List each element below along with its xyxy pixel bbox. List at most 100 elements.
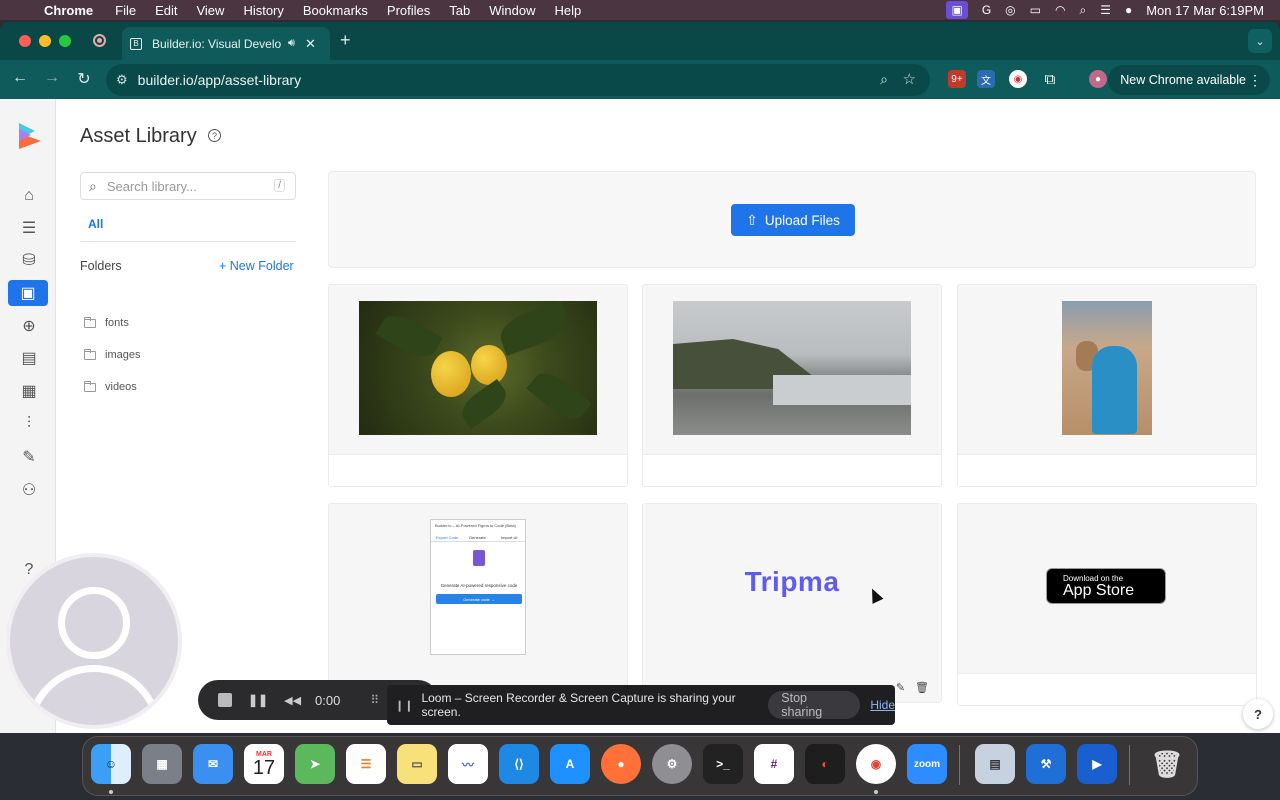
close-window-button[interactable]	[19, 35, 31, 47]
help-fab-button[interactable]: ?	[1243, 699, 1273, 729]
app-store-icon[interactable]: A	[550, 744, 590, 784]
data-models-icon[interactable]: ⛁	[18, 249, 40, 271]
extension-badge-icon[interactable]: 9+	[948, 70, 966, 88]
asset-card-lemons[interactable]	[328, 284, 628, 487]
folder-item-videos[interactable]: videos	[84, 380, 137, 393]
drag-bars-icon[interactable]: ❙❙	[395, 699, 413, 712]
notes-icon[interactable]: ▭	[397, 744, 437, 784]
close-tab-icon[interactable]: ✕	[305, 36, 316, 52]
asset-card-app-store-badge[interactable]: Download on the App Store	[957, 503, 1257, 706]
loom-menu-icon[interactable]: ◎	[1005, 3, 1015, 17]
asset-card-camel[interactable]	[957, 284, 1257, 487]
search-input[interactable]	[106, 178, 257, 194]
menu-history[interactable]: History	[243, 3, 283, 18]
content-icon[interactable]: ☰	[18, 217, 40, 239]
bookmark-star-icon[interactable]: ☆	[903, 70, 916, 88]
url-text[interactable]: builder.io/app/asset-library	[138, 72, 301, 88]
drag-handle-icon[interactable]: ⠿	[370, 693, 379, 707]
extensions-puzzle-icon[interactable]: ⧉	[1041, 70, 1059, 88]
menu-bookmarks[interactable]: Bookmarks	[303, 3, 368, 18]
wifi-icon[interactable]: ◠	[1055, 3, 1065, 17]
trash-icon[interactable]: 🗑︎	[915, 681, 929, 694]
menu-clock[interactable]: Mon 17 Mar 6:19PM	[1146, 3, 1264, 18]
menu-edit[interactable]: Edit	[155, 3, 177, 18]
asset-card-figma-plugin-screenshot[interactable]: Builder.io – AI-Powered Figma to Code (B…	[328, 503, 628, 706]
folder-item-images[interactable]: images	[84, 348, 140, 361]
preview-icon[interactable]: ▤	[975, 744, 1015, 784]
help-question-icon[interactable]: ?	[208, 129, 221, 142]
users-icon[interactable]: ⚇	[18, 479, 40, 501]
tab-all[interactable]: All	[88, 217, 103, 231]
firefox-icon[interactable]: ●	[601, 744, 641, 784]
asset-card-tripma-logo[interactable]: Tripma ✎ 🗑︎	[642, 503, 942, 703]
menu-tab[interactable]: Tab	[449, 3, 470, 18]
upload-files-button[interactable]: ⇧ Upload Files	[731, 204, 855, 236]
spotlight-search-icon[interactable]: ⌕	[1079, 3, 1086, 18]
minimize-window-button[interactable]	[39, 35, 51, 47]
folder-item-fonts[interactable]: fonts	[84, 316, 129, 329]
slack-icon[interactable]: #	[754, 744, 794, 784]
asset-card-beach[interactable]	[642, 284, 942, 487]
chrome-menu-icon[interactable]: ⋮	[1248, 72, 1262, 89]
battery-icon[interactable]: ▭	[1030, 3, 1041, 17]
site-info-icon[interactable]: ⚙	[116, 72, 128, 88]
stop-sharing-button[interactable]: Stop sharing	[768, 691, 861, 719]
zoom-magnifier-icon[interactable]: ⌕	[880, 71, 888, 88]
menu-file[interactable]: File	[115, 3, 136, 18]
menu-app-name[interactable]: Chrome	[44, 3, 93, 18]
loom-camera-avatar[interactable]	[6, 553, 182, 729]
home-icon[interactable]: ⌂	[18, 185, 40, 207]
launchpad-icon[interactable]: ▦	[142, 744, 182, 784]
tab-search-button[interactable]: ⌄	[1248, 29, 1272, 53]
zoom-app-icon[interactable]: zoom	[907, 744, 947, 784]
insights-icon[interactable]: ⫶	[18, 413, 40, 435]
control-center-icon[interactable]: ☰	[1100, 3, 1111, 17]
loom-extension-icon[interactable]: ◉	[1009, 70, 1027, 88]
grammarly-icon[interactable]: G	[982, 3, 991, 17]
forward-arrow-icon[interactable]: →	[42, 69, 62, 87]
hide-sharing-bar-link[interactable]: Hide	[870, 698, 895, 712]
upload-dropzone[interactable]: ⇧ Upload Files	[328, 171, 1256, 268]
figma-icon[interactable]: ◐	[805, 744, 845, 784]
siri-icon[interactable]: ●	[1125, 3, 1132, 17]
menu-help[interactable]: Help	[555, 3, 582, 18]
reload-icon[interactable]: ↻	[74, 69, 94, 89]
chrome-icon[interactable]: ◉	[856, 744, 896, 784]
terminal-icon[interactable]: >_	[703, 744, 743, 784]
restart-icon[interactable]: ◀◀	[284, 694, 301, 707]
integrations-icon[interactable]: ✎	[18, 446, 40, 468]
xcode-icon[interactable]: ⚒	[1026, 744, 1066, 784]
finder-icon[interactable]: ☺	[91, 744, 131, 784]
menu-window[interactable]: Window	[489, 3, 535, 18]
system-settings-icon[interactable]: ⚙	[652, 744, 692, 784]
screen-record-icon[interactable]: ▣	[946, 1, 968, 19]
address-bar[interactable]: ⚙ builder.io/app/asset-library ⌕ ☆	[106, 64, 930, 96]
clipboard-icon[interactable]: ▤	[18, 347, 40, 369]
profile-avatar[interactable]: ●	[1089, 70, 1107, 88]
trash-can-icon[interactable]: 🗑︎	[1147, 744, 1187, 784]
speaker-icon[interactable]: 🔊︎	[288, 37, 295, 50]
mail-icon[interactable]: ✉	[193, 744, 233, 784]
translate-extension-icon[interactable]: 文	[977, 70, 995, 88]
explore-icon[interactable]: ⊕	[18, 315, 40, 337]
calendar-icon[interactable]: ▦	[18, 380, 40, 402]
freeform-icon[interactable]: 〰	[448, 744, 488, 784]
new-tab-button[interactable]: +	[340, 30, 351, 51]
menu-view[interactable]: View	[196, 3, 224, 18]
tab-builder-io[interactable]: B Builder.io: Visual Development 🔊︎ ✕	[122, 27, 330, 60]
new-folder-button[interactable]: + New Folder	[219, 259, 294, 273]
menu-profiles[interactable]: Profiles	[387, 3, 430, 18]
calendar-app-icon[interactable]: MAR 17	[244, 744, 284, 784]
back-arrow-icon[interactable]: ←	[10, 69, 30, 87]
zoom-window-button[interactable]	[59, 35, 71, 47]
new-chrome-available-button[interactable]: New Chrome available ⋮	[1108, 65, 1270, 95]
stop-recording-button[interactable]	[218, 693, 232, 707]
remote-desktop-icon[interactable]: ▶	[1077, 744, 1117, 784]
asset-library-icon[interactable]: ▣	[8, 280, 48, 306]
vscode-icon[interactable]: ⟨⟩	[499, 744, 539, 784]
pause-icon[interactable]: ❚❚	[248, 693, 268, 707]
reminders-icon[interactable]: ☰	[346, 744, 386, 784]
maps-icon[interactable]: ➤	[295, 744, 335, 784]
edit-icon[interactable]: ✎	[896, 681, 905, 694]
builder-logo[interactable]	[17, 121, 43, 151]
